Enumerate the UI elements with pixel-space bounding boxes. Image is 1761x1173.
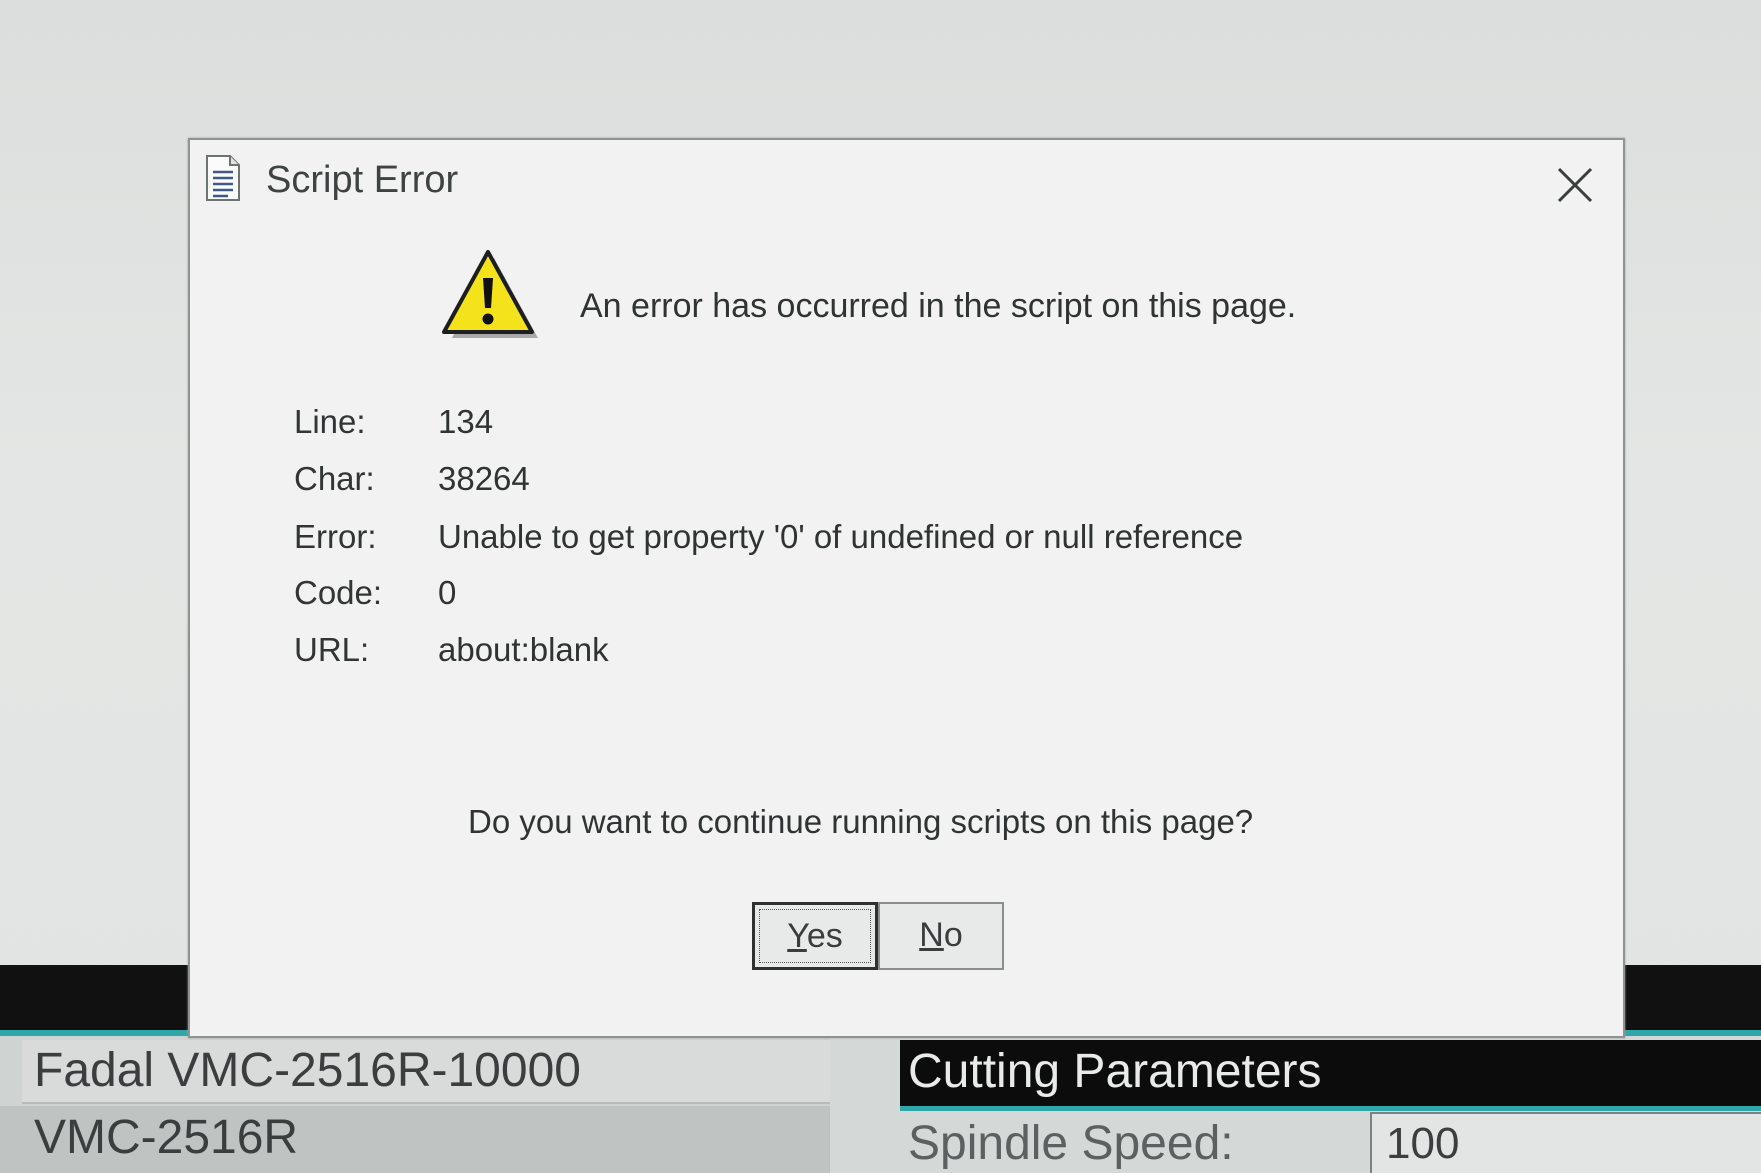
code-value: 0 bbox=[438, 574, 457, 611]
machine-model-row[interactable]: VMC-2516R bbox=[0, 1106, 830, 1173]
yes-label-rest: es bbox=[806, 917, 843, 955]
no-button[interactable]: No bbox=[878, 902, 1004, 970]
url-value: about:blank bbox=[438, 631, 609, 668]
spindle-speed-input[interactable]: 100 bbox=[1370, 1112, 1761, 1173]
dialog-title: Script Error bbox=[266, 159, 459, 201]
line-value: 134 bbox=[438, 403, 494, 440]
no-label-rest: o bbox=[943, 916, 963, 954]
char-value: 38264 bbox=[438, 460, 530, 497]
error-message: An error has occurred in the script on t… bbox=[580, 287, 1297, 325]
cutting-parameters-header: Cutting Parameters bbox=[900, 1040, 1761, 1106]
error-value: Unable to get property '0' of undefined … bbox=[438, 518, 1244, 555]
machine-name-row[interactable]: Fadal VMC-2516R-10000 bbox=[22, 1040, 830, 1104]
line-label: Line: bbox=[294, 403, 366, 440]
continue-question: Do you want to continue running scripts … bbox=[468, 803, 1254, 840]
yes-mnemonic: Y bbox=[787, 917, 807, 955]
no-mnemonic: N bbox=[919, 916, 944, 954]
document-icon bbox=[204, 154, 242, 202]
script-error-dialog: Script Error An error has occurred in th… bbox=[188, 138, 1625, 1038]
code-label: Code: bbox=[294, 574, 383, 611]
url-label: URL: bbox=[294, 631, 370, 668]
close-icon[interactable] bbox=[1550, 160, 1600, 210]
error-label: Error: bbox=[294, 518, 377, 555]
char-label: Char: bbox=[294, 460, 375, 497]
teal-divider-right bbox=[900, 1106, 1761, 1111]
spindle-speed-label: Spindle Speed: bbox=[908, 1117, 1234, 1170]
yes-button[interactable]: Yes bbox=[752, 902, 878, 970]
warning-icon bbox=[440, 248, 544, 348]
